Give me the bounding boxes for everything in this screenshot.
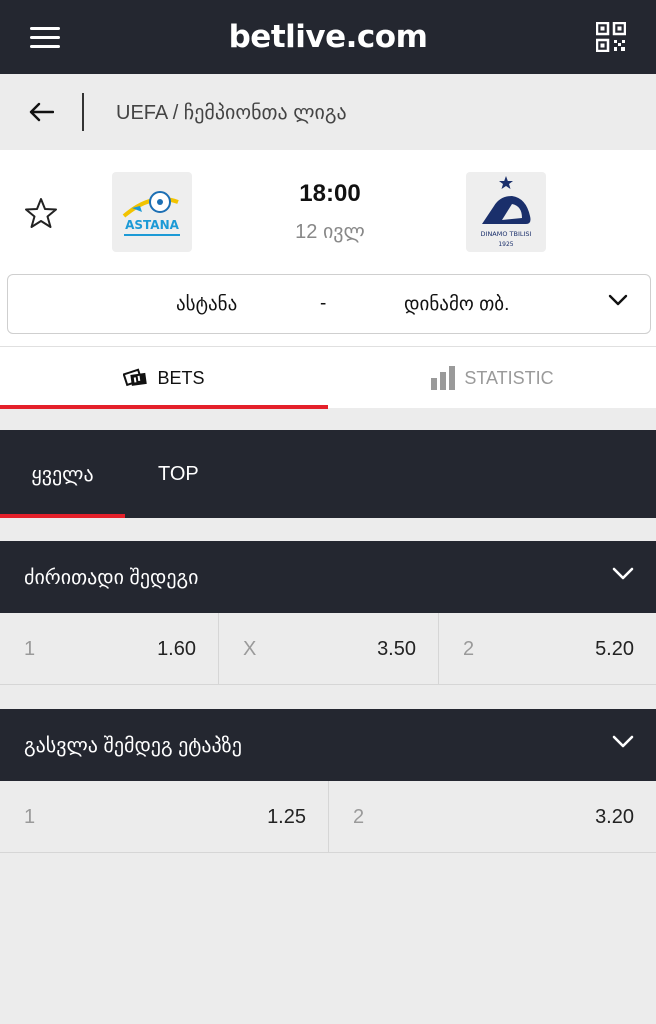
chevron-down-icon: [612, 567, 634, 580]
odds-row-main-result: 1 1.60 X 3.50 2 5.20: [0, 613, 656, 685]
odd-value: 3.20: [595, 805, 634, 828]
bets-ticket-icon: [123, 368, 148, 387]
tab-bets[interactable]: BETS: [0, 347, 328, 409]
svg-text:DINAMO TBILISI: DINAMO TBILISI: [481, 230, 532, 238]
odds-row-qualify: 1 1.25 2 3.20: [0, 781, 656, 853]
svg-text:ASTANA: ASTANA: [125, 218, 180, 232]
top-bar: betlive.com: [0, 0, 656, 74]
away-team-logo: DINAMO TBILISI 1925: [466, 172, 546, 252]
filter-all[interactable]: ყველა: [0, 430, 125, 518]
main-tabs: BETS STATISTIC: [0, 346, 656, 409]
odd-label: 2: [353, 805, 365, 828]
filter-bar: ყველა TOP: [0, 430, 656, 518]
odd-label: 1: [24, 637, 36, 660]
match-date: 12 ივლ: [295, 221, 365, 243]
teams-selector[interactable]: ასტანა - დინამო თბ.: [7, 274, 651, 334]
odd-label: X: [243, 637, 257, 660]
odd-button-home[interactable]: 1 1.25: [0, 781, 329, 853]
match-time: 18:00: [299, 180, 361, 207]
odd-button-away[interactable]: 2 5.20: [439, 613, 656, 685]
home-team-logo: ASTANA: [112, 172, 192, 252]
odd-label: 2: [463, 637, 475, 660]
market-title: ძირითადი შედეგი: [24, 566, 199, 589]
tab-statistic[interactable]: STATISTIC: [328, 347, 656, 409]
teams-separator: -: [320, 293, 327, 314]
odd-value: 3.50: [377, 637, 416, 660]
brand-logo[interactable]: betlive.com: [229, 19, 428, 55]
menu-icon[interactable]: [30, 27, 60, 49]
tab-statistic-label: STATISTIC: [464, 367, 554, 388]
odd-button-draw[interactable]: X 3.50: [219, 613, 439, 685]
market-header-main-result[interactable]: ძირითადი შედეგი: [0, 541, 656, 613]
odd-value: 1.25: [267, 805, 306, 828]
market-title: გასვლა შემდეგ ეტაპზე: [24, 734, 242, 757]
odd-value: 5.20: [595, 637, 634, 660]
arrow-left-icon: [29, 102, 54, 122]
chevron-down-icon: [608, 294, 628, 306]
away-team-name: დინამო თბ.: [404, 293, 510, 315]
breadcrumb[interactable]: UEFA / ჩემპიონთა ლიგა: [116, 100, 347, 125]
home-team-name: ასტანა: [176, 293, 238, 315]
match-card: ASTANA 18:00 12 ივლ DINAMO TBILISI 1925 …: [0, 150, 656, 346]
odd-label: 1: [24, 805, 36, 828]
back-button[interactable]: [0, 74, 82, 150]
filter-top[interactable]: TOP: [158, 430, 199, 518]
chevron-down-icon: [612, 735, 634, 748]
star-icon[interactable]: [24, 196, 58, 230]
qr-code-icon[interactable]: [596, 22, 626, 52]
breadcrumb-bar: UEFA / ჩემპიონთა ლიგა: [0, 74, 656, 150]
market-header-qualify[interactable]: გასვლა შემდეგ ეტაპზე: [0, 709, 656, 781]
odd-button-away[interactable]: 2 3.20: [329, 781, 656, 853]
odd-button-home[interactable]: 1 1.60: [0, 613, 219, 685]
odd-value: 1.60: [157, 637, 196, 660]
svg-text:1925: 1925: [498, 241, 513, 248]
bar-chart-icon: [431, 366, 456, 390]
breadcrumb-divider: [82, 93, 84, 131]
tab-bets-label: BETS: [157, 367, 205, 388]
